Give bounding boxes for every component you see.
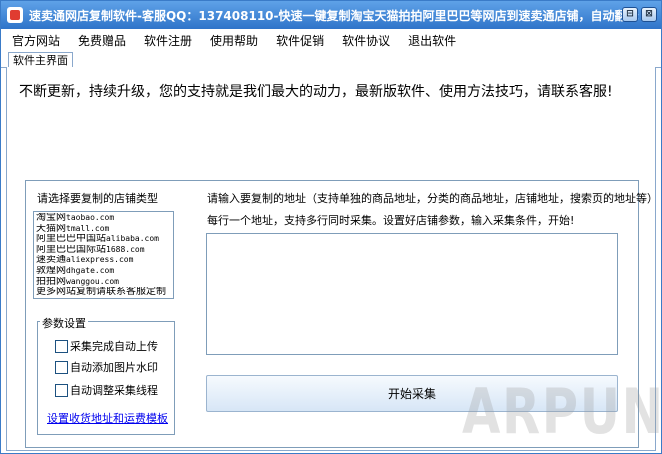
app-icon xyxy=(7,7,23,23)
thread-checkbox[interactable] xyxy=(55,383,68,397)
menu-register[interactable]: 软件注册 xyxy=(144,32,192,49)
auto-upload-label: 采集完成自动上传 xyxy=(70,340,158,353)
tab-strip: 软件主界面 xyxy=(1,52,661,68)
title-bar[interactable]: 速卖通网店复制软件-客服QQ：137408110-快速一键复制淘宝天猫拍拍阿里巴… xyxy=(1,1,661,29)
watermark-logo: ARPUN xyxy=(462,375,662,448)
watermark-option[interactable]: 自动添加图片水印 xyxy=(55,359,158,375)
menu-free-gifts[interactable]: 免费赠品 xyxy=(78,32,126,49)
list-item[interactable]: 淘宝网taobao.com xyxy=(36,213,171,224)
params-legend: 参数设置 xyxy=(40,315,88,331)
url-instruction-secondary: 每行一个地址，支持多行同时采集。设置好店铺参数，输入采集条件，开始! xyxy=(207,214,575,227)
store-url: taobao.com xyxy=(66,213,115,222)
list-item[interactable]: 敦煌网dhgate.com xyxy=(36,266,171,277)
store-url: alibaba.com xyxy=(106,234,159,244)
menu-agreement[interactable]: 软件协议 xyxy=(342,32,390,49)
banner-text: 不断更新，持续升级，您的支持就是我们最大的动力，最新版软件、使用方法技巧，请联系… xyxy=(19,84,613,100)
watermark-label: 自动添加图片水印 xyxy=(70,361,158,374)
thread-label: 自动调整采集线程 xyxy=(70,384,158,397)
store-name: 淘宝网 xyxy=(36,213,66,223)
store-name: 阿里巴巴中国站 xyxy=(36,234,106,245)
menu-promotion[interactable]: 软件促销 xyxy=(276,32,324,49)
list-item[interactable]: 阿里巴巴中国站alibaba.com xyxy=(36,234,171,245)
window-controls: ⊟ ⊠ xyxy=(622,7,657,22)
store-url: tmall.com xyxy=(66,223,110,233)
list-item[interactable]: 天猫网tmall.com xyxy=(36,224,171,235)
minimize-button[interactable]: ⊟ xyxy=(622,7,638,22)
menu-help[interactable]: 使用帮助 xyxy=(210,32,258,49)
list-item[interactable]: 更多网站复制请联系客服定制 xyxy=(36,287,171,298)
store-name: 速卖通 xyxy=(36,255,66,266)
thread-option[interactable]: 自动调整采集线程 xyxy=(55,382,158,398)
list-item[interactable]: 拍拍网wanggou.com xyxy=(36,277,171,288)
close-button[interactable]: ⊠ xyxy=(641,7,657,22)
url-input[interactable] xyxy=(206,233,618,355)
menu-bar: 官方网站 免费赠品 软件注册 使用帮助 软件促销 软件协议 退出软件 xyxy=(1,29,661,51)
store-name: 阿里巴巴国际站 xyxy=(36,244,106,255)
tab-main[interactable]: 软件主界面 xyxy=(8,52,73,68)
url-instruction: 请输入要复制的地址（支持单独的商品地址，分类的商品地址，店铺地址，搜索页的地址等… xyxy=(207,192,658,205)
store-type-list[interactable]: 淘宝网taobao.com 天猫网tmall.com 阿里巴巴中国站alibab… xyxy=(33,211,174,299)
watermark-checkbox[interactable] xyxy=(55,360,68,374)
store-url: 1688.com xyxy=(106,244,145,254)
store-url: wanggou.com xyxy=(66,276,119,286)
store-url: aliexpress.com xyxy=(66,255,134,265)
store-url: dhgate.com xyxy=(66,265,115,275)
store-name: 敦煌网 xyxy=(36,265,66,276)
window-title: 速卖通网店复制软件-客服QQ：137408110-快速一键复制淘宝天猫拍拍阿里巴… xyxy=(29,8,639,23)
auto-upload-option[interactable]: 采集完成自动上传 xyxy=(55,338,158,354)
store-name: 天猫网 xyxy=(36,223,66,234)
store-type-label: 请选择要复制的店铺类型 xyxy=(37,192,158,205)
menu-official-site[interactable]: 官方网站 xyxy=(12,32,60,49)
list-item[interactable]: 速卖通aliexpress.com xyxy=(36,255,171,266)
list-item[interactable]: 阿里巴巴国际站1688.com xyxy=(36,245,171,256)
shipping-template-link[interactable]: 设置收货地址和运费模板 xyxy=(47,410,168,426)
menu-exit[interactable]: 退出软件 xyxy=(408,32,456,49)
store-name: 更多网站复制请联系客服定制 xyxy=(36,287,166,298)
store-name: 拍拍网 xyxy=(36,276,66,287)
auto-upload-checkbox[interactable] xyxy=(55,339,68,353)
